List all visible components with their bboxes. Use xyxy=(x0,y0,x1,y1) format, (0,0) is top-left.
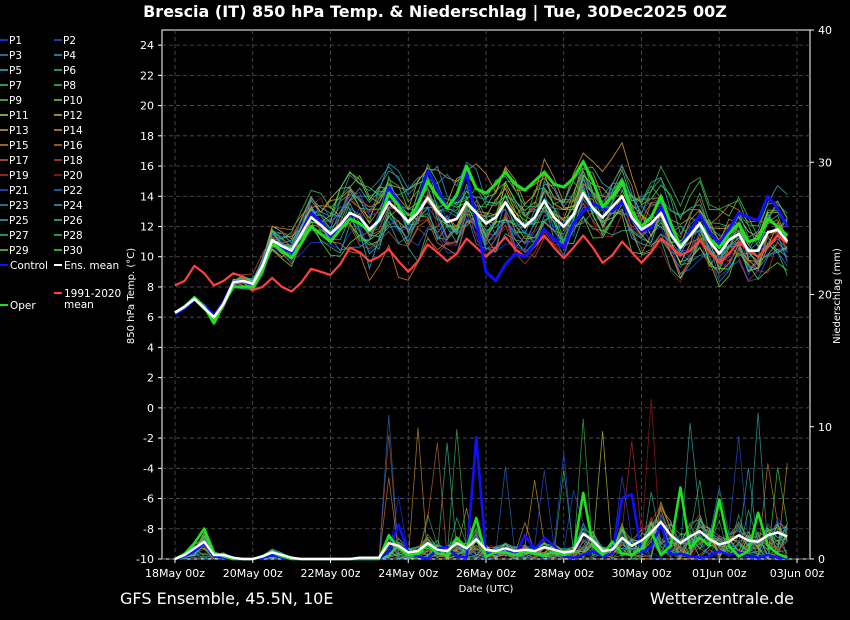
y-tick-label: 12 xyxy=(140,220,154,233)
legend-label: P14 xyxy=(63,125,83,137)
legend-label: P17 xyxy=(9,155,29,167)
footer-source: Wetterzentrale.de xyxy=(650,589,794,608)
legend-label: P4 xyxy=(63,50,76,62)
y-axis-ticks: -10-8-6-4-2024681012141618202224 xyxy=(136,39,162,566)
legend-label: P7 xyxy=(9,80,22,92)
legend-label: P29 xyxy=(9,245,29,257)
y-tick-label: 4 xyxy=(147,341,154,354)
y-tick-label: 14 xyxy=(140,190,154,203)
legend-label: P23 xyxy=(9,200,29,212)
y2-tick-label: 30 xyxy=(818,156,832,169)
legend-label: P13 xyxy=(9,125,29,137)
legend-label: Ens. mean xyxy=(64,260,119,272)
x-axis-ticks: 18May 00z 20May 00z 22May 00z 24May 00z 26Ma… xyxy=(145,559,824,580)
x-tick-label: 18May 00z xyxy=(145,567,205,580)
legend-label: P19 xyxy=(9,170,29,182)
y-tick-label: 10 xyxy=(140,251,154,264)
legend-label: P9 xyxy=(9,95,22,107)
y-tick-label: 24 xyxy=(140,39,154,52)
x-tick-label: 01Jun 00z xyxy=(692,567,747,580)
y-tick-label: 22 xyxy=(140,69,154,82)
legend-label: P11 xyxy=(9,110,29,122)
x-tick-label: 24May 00z xyxy=(378,567,438,580)
legend-label: P6 xyxy=(63,65,76,77)
y-tick-label: -10 xyxy=(136,553,154,566)
legend-label: P30 xyxy=(63,245,83,257)
legend-label: 1991-2020 mean xyxy=(64,288,121,311)
y-tick-label: 16 xyxy=(140,160,154,173)
legend-label: P3 xyxy=(9,50,22,62)
x-tick-label: 03Jun 00z xyxy=(770,567,825,580)
x-tick-label: 22May 00z xyxy=(300,567,360,580)
y-tick-label: -8 xyxy=(143,523,154,536)
legend-label: P15 xyxy=(9,140,29,152)
x-tick-label: 30May 00z xyxy=(611,567,671,580)
x-tick-label: 20May 00z xyxy=(223,567,283,580)
legend-label: P21 xyxy=(9,185,29,197)
legend-label: Control xyxy=(10,260,48,272)
legend: P1 P2 P3 P4 P5 P6 P7 P8 P9 P10 P11 P12 P13 P14 P15 P16 P… xyxy=(0,35,121,312)
legend-label: P22 xyxy=(63,185,83,197)
y2-tick-label: 10 xyxy=(818,421,832,434)
y-tick-label: 2 xyxy=(147,372,154,385)
ensemble-chart: Brescia (IT) 850 hPa Temp. & Niederschla… xyxy=(0,2,843,608)
legend-label: P10 xyxy=(63,95,83,107)
y-tick-label: 20 xyxy=(140,100,154,113)
y-tick-label: 6 xyxy=(147,311,154,324)
footer-model-info: GFS Ensemble, 45.5N, 10E xyxy=(120,589,333,608)
legend-label: P27 xyxy=(9,230,29,242)
y2-axis-label: Niederschlag (mm) xyxy=(832,248,843,344)
y-axis-label: 850 hPa Temp. (°C) xyxy=(126,248,137,344)
legend-label: P5 xyxy=(9,65,22,77)
legend-label: P16 xyxy=(63,140,83,152)
y-tick-label: -4 xyxy=(143,462,154,475)
legend-label: P18 xyxy=(63,155,83,167)
x-tick-label: 26May 00z xyxy=(456,567,516,580)
legend-label: P26 xyxy=(63,215,83,227)
legend-label: P28 xyxy=(63,230,83,242)
legend-label: P24 xyxy=(63,200,83,212)
legend-label: P2 xyxy=(63,35,76,47)
y-tick-label: -6 xyxy=(143,493,154,506)
legend-label: P12 xyxy=(63,110,83,122)
legend-label: Oper xyxy=(10,300,36,312)
legend-label: P20 xyxy=(63,170,83,182)
y2-tick-label: 40 xyxy=(818,24,832,37)
y2-tick-label: 0 xyxy=(818,553,825,566)
y-tick-label: -2 xyxy=(143,432,154,445)
y2-axis-ticks: 0 10 20 30 40 xyxy=(810,24,832,566)
y-tick-label: 0 xyxy=(147,402,154,415)
x-tick-label: 28May 00z xyxy=(534,567,594,580)
legend-label: P25 xyxy=(9,215,29,227)
y2-tick-label: 20 xyxy=(818,289,832,302)
x-axis-label: Date (UTC) xyxy=(459,584,514,595)
y-tick-label: 18 xyxy=(140,130,154,143)
legend-label: P1 xyxy=(9,35,22,47)
chart-title: Brescia (IT) 850 hPa Temp. & Niederschla… xyxy=(143,2,727,22)
y-tick-label: 8 xyxy=(147,281,154,294)
legend-label: P8 xyxy=(63,80,76,92)
